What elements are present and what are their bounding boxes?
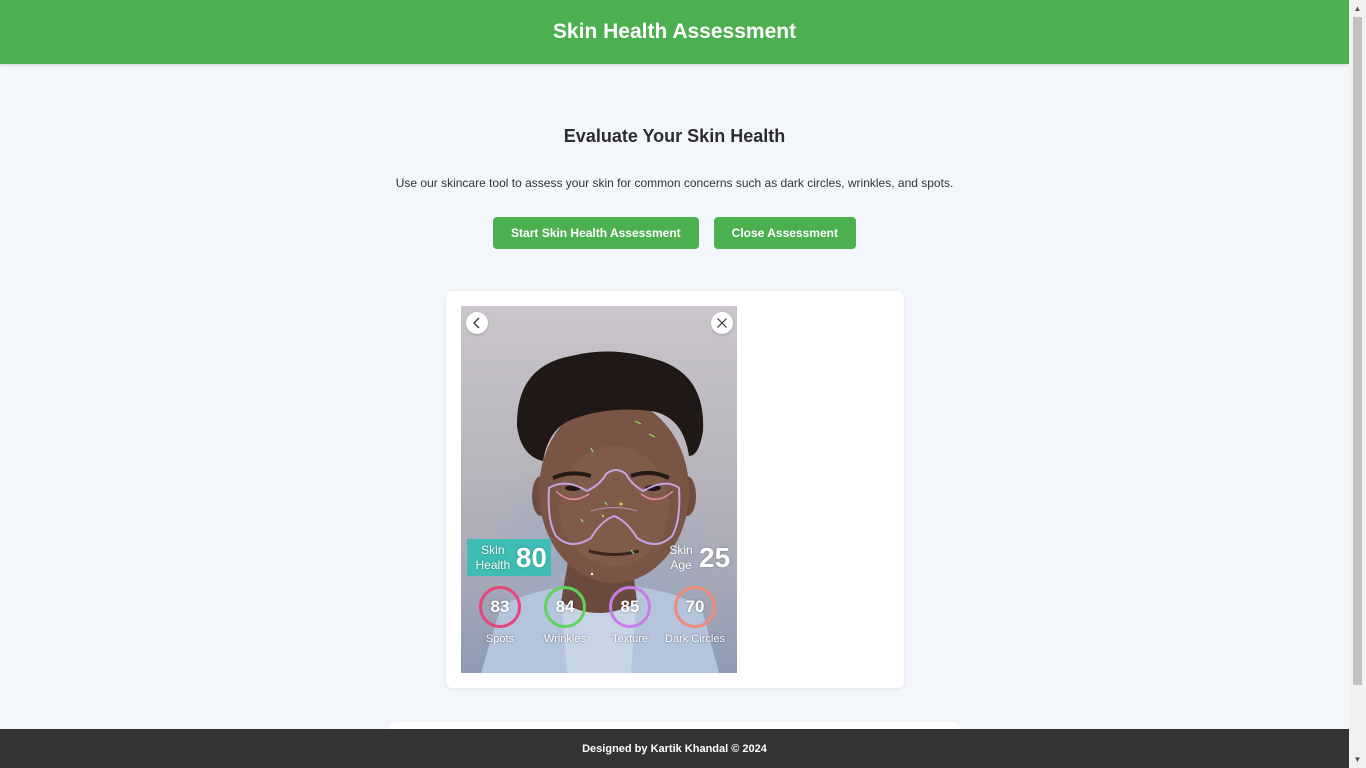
skin-age-label: Skin Age (669, 542, 693, 572)
gauge-ring: 85 (609, 586, 651, 628)
gauge-label: Wrinkles (544, 633, 586, 645)
footer-credit: Designed by Kartik Khandal © 2024 (582, 742, 767, 755)
vertical-scrollbar[interactable]: ▲ ▼ (1349, 0, 1366, 768)
gauge-label: Spots (485, 633, 515, 645)
assessment-card: Skin Health 80 Skin Age 25 83 Spots 84 W… (446, 291, 904, 688)
skin-health-score: Skin Health 80 (467, 539, 551, 576)
chevron-left-icon (473, 317, 480, 329)
scroll-down-icon[interactable]: ▼ (1349, 751, 1366, 768)
camera-view: Skin Health 80 Skin Age 25 83 Spots 84 W… (461, 306, 737, 673)
skin-age-score: Skin Age 25 (666, 539, 730, 576)
close-assessment-button[interactable]: Close Assessment (713, 217, 856, 249)
skin-health-label: Skin Health (475, 542, 511, 572)
gauge-label: Dark Circles (665, 633, 725, 645)
scroll-thumb[interactable] (1353, 17, 1362, 685)
gauge-ring: 83 (479, 586, 521, 628)
footer: Designed by Kartik Khandal © 2024 (0, 729, 1349, 768)
start-assessment-button[interactable]: Start Skin Health Assessment (493, 217, 699, 249)
app-header: Skin Health Assessment (0, 0, 1349, 64)
intro-text: Use our skincare tool to assess your ski… (395, 176, 954, 190)
gauge-spots: 83 Spots (467, 586, 533, 645)
metric-gauges: 83 Spots 84 Wrinkles 85 Texture 70 Dark … (467, 586, 737, 656)
skin-health-value: 80 (515, 541, 547, 573)
gauge-ring: 70 (674, 586, 716, 628)
gauge-label: Texture (611, 633, 649, 645)
skin-age-value: 25 (699, 541, 731, 573)
gauge-wrinkles: 84 Wrinkles (532, 586, 598, 645)
scroll-up-icon[interactable]: ▲ (1349, 0, 1366, 17)
page-title: Evaluate Your Skin Health (563, 126, 786, 146)
gauge-texture: 85 Texture (597, 586, 663, 645)
action-buttons: Start Skin Health Assessment Close Asses… (0, 217, 1349, 249)
app-title: Skin Health Assessment (552, 20, 797, 43)
gauge-ring: 84 (544, 586, 586, 628)
close-camera-button[interactable] (711, 312, 733, 334)
page: Skin Health Assessment Evaluate Your Ski… (0, 0, 1349, 768)
close-icon (717, 318, 727, 328)
gauge-dark-circles: 70 Dark Circles (662, 586, 728, 645)
back-button[interactable] (466, 312, 488, 334)
